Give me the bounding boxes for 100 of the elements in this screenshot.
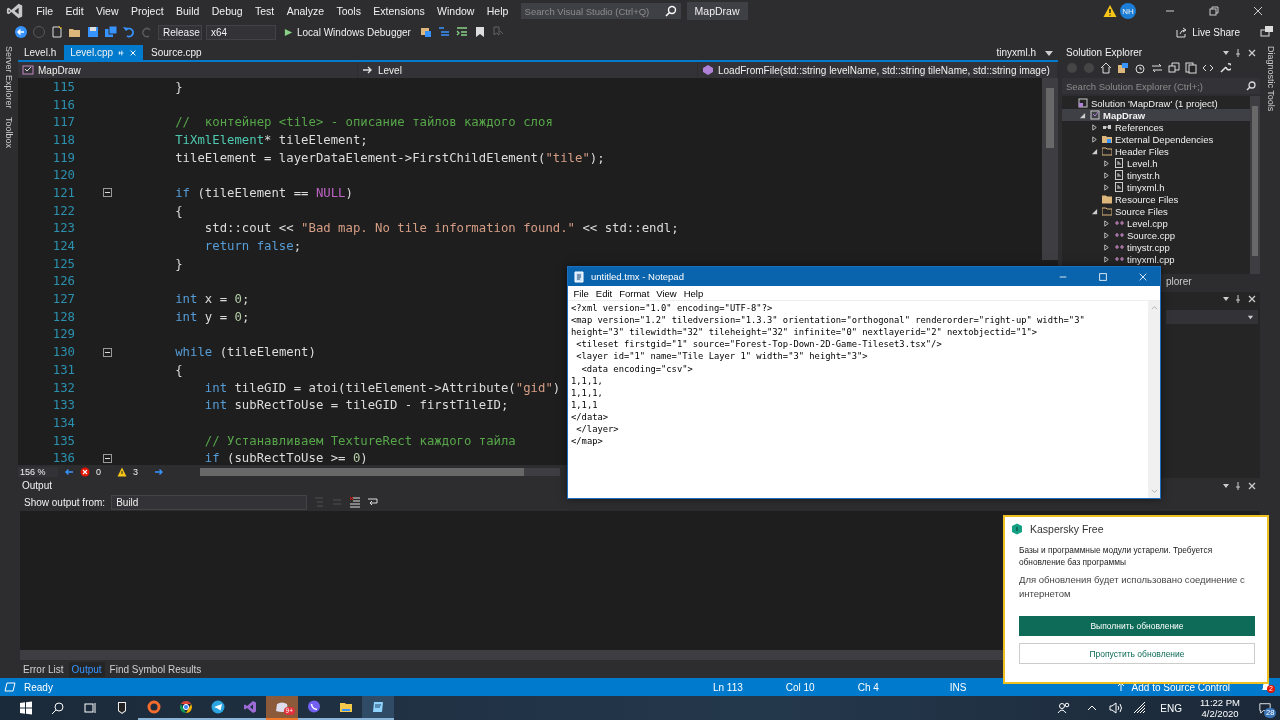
collapse-icon[interactable] (103, 188, 112, 198)
clock[interactable]: 11:22 PM 4/2/2020 (1200, 697, 1240, 719)
attach-icon[interactable] (418, 25, 433, 39)
menu-item[interactable]: Tools (330, 5, 368, 17)
expander-icon[interactable] (1103, 183, 1110, 191)
menu-item[interactable]: Test (248, 5, 281, 17)
tree-item[interactable]: Resource Files (1062, 193, 1250, 205)
configuration-dropdown[interactable]: Release (158, 24, 202, 40)
code-icon[interactable] (1202, 62, 1214, 74)
feedback-icon[interactable] (1260, 25, 1274, 39)
tree-item[interactable]: References (1062, 121, 1250, 133)
sync-icon[interactable] (1151, 62, 1163, 74)
member-dropdown[interactable]: LoadFromFile(std::string levelName, std::string tileName, std::string image) (698, 62, 1058, 78)
document-tab[interactable]: Level.cpp (64, 45, 144, 60)
start-debugging-button[interactable]: Local Windows Debugger (280, 24, 415, 40)
vertical-scrollbar[interactable] (1042, 78, 1058, 260)
expander-icon[interactable] (1091, 123, 1098, 131)
expander-icon[interactable] (1103, 171, 1110, 179)
menu-item[interactable]: Edit (59, 5, 90, 17)
menu-item[interactable]: Edit (592, 287, 616, 299)
expander-icon[interactable] (1103, 243, 1110, 251)
panel-tab[interactable]: plorer (1166, 275, 1192, 287)
expander-icon[interactable] (1091, 147, 1098, 155)
history-icon[interactable] (1134, 62, 1146, 74)
switch-views-icon[interactable] (1117, 62, 1129, 74)
search-field[interactable]: Search Visual Studio (Ctrl+Q) (520, 3, 681, 19)
save-all-icon[interactable] (104, 25, 118, 39)
new-project-icon[interactable] (50, 25, 64, 39)
menu-item[interactable]: File (30, 5, 60, 17)
tree-item[interactable]: Solution 'MapDraw' (1 project) (1062, 97, 1250, 109)
search-field[interactable]: Search Solution Explorer (Ctrl+;) (1062, 78, 1260, 94)
panel-controls-icon[interactable] (1222, 480, 1256, 491)
tree-item[interactable]: tinystr.cpp (1062, 241, 1250, 253)
tree-item[interactable]: Source Files (1062, 205, 1250, 217)
platform-dropdown[interactable]: x64 (206, 24, 276, 40)
menu-item[interactable]: Debug (205, 5, 249, 17)
expander-icon[interactable] (1103, 159, 1110, 167)
account-avatar[interactable]: NH (1120, 3, 1136, 19)
save-icon[interactable] (86, 25, 100, 39)
vertical-scrollbar[interactable] (1250, 96, 1260, 274)
document-tab[interactable]: Level.h (18, 45, 63, 60)
next-icon[interactable] (154, 466, 165, 477)
expander-icon[interactable] (1091, 207, 1098, 215)
live-share-button[interactable]: Live Share (1170, 25, 1246, 39)
expander-icon[interactable] (1079, 111, 1086, 119)
panel-tab[interactable]: Output (68, 661, 105, 677)
menu-item[interactable]: View (89, 5, 125, 17)
menu-item[interactable]: File (570, 287, 593, 299)
expander-icon[interactable] (1103, 219, 1110, 227)
document-tab[interactable]: Source.cpp (145, 45, 208, 60)
menu-item[interactable]: Analyze (280, 5, 331, 17)
menu-item[interactable]: Help (680, 287, 707, 299)
collapse-icon[interactable] (103, 347, 112, 357)
menu-item[interactable]: Help (480, 5, 515, 17)
word-wrap-icon[interactable] (367, 496, 380, 508)
tree-item[interactable]: Header Files (1062, 145, 1250, 157)
close-icon[interactable] (129, 48, 138, 57)
tree-item[interactable]: External Dependencies (1062, 133, 1250, 145)
tree-item[interactable]: MapDraw (1062, 109, 1250, 121)
expander-icon[interactable] (1091, 135, 1098, 143)
search-icon[interactable] (1246, 81, 1256, 91)
menu-item[interactable]: Project (124, 5, 170, 17)
zoom-dropdown[interactable]: 156 % (18, 466, 58, 477)
side-tab[interactable]: Diagnostic Tools (1266, 46, 1276, 112)
menu-item[interactable]: Extensions (367, 5, 431, 17)
panel-controls-icon[interactable] (1222, 294, 1256, 304)
language-indicator[interactable]: ENG (1160, 702, 1183, 714)
collapse-all-icon[interactable] (1168, 62, 1180, 74)
scope-dropdown[interactable]: Level (358, 62, 698, 78)
menu-item[interactable]: View (652, 287, 681, 299)
tree-item[interactable]: tinystr.h (1062, 169, 1250, 181)
tree-item[interactable]: Level.h (1062, 157, 1250, 169)
expander-icon[interactable] (1103, 255, 1110, 263)
menu-item[interactable]: Format (615, 287, 653, 299)
document-tab[interactable]: tinyxml.h (990, 45, 1042, 60)
side-tab[interactable]: Toolbox (4, 116, 14, 148)
pin-icon[interactable] (117, 48, 126, 57)
output-source-dropdown[interactable]: Build (111, 494, 308, 510)
tree-item[interactable]: tinyxml.h (1062, 181, 1250, 193)
collapse-icon[interactable] (103, 453, 112, 463)
horizontal-scrollbar[interactable] (200, 467, 561, 476)
home-icon[interactable] (1100, 62, 1112, 74)
tree-item[interactable]: tinyxml.cpp (1062, 253, 1250, 265)
undo-icon[interactable] (122, 25, 136, 39)
clear-all-icon[interactable] (349, 496, 362, 508)
project-dropdown[interactable]: MapDraw (18, 62, 358, 78)
skip-button[interactable]: Пропустить обновление (1019, 643, 1255, 664)
menu-item[interactable]: Window (430, 5, 481, 17)
previous-icon[interactable] (64, 466, 74, 477)
menu-item[interactable]: Build (169, 5, 206, 17)
show-all-files-icon[interactable] (1185, 62, 1197, 74)
update-button[interactable]: Выполнить обновление (1019, 616, 1255, 636)
side-tab[interactable]: Server Explorer (4, 46, 14, 109)
expander-icon[interactable] (1103, 231, 1110, 239)
panel-tab[interactable]: Error List (20, 661, 67, 677)
panel-tab[interactable]: Find Symbol Results (106, 661, 205, 677)
panel-controls-icon[interactable] (1222, 47, 1256, 58)
warning-icon[interactable] (1103, 4, 1117, 18)
tree-item[interactable]: Source.cpp (1062, 229, 1250, 241)
tree-item[interactable]: Level.cpp (1062, 217, 1250, 229)
